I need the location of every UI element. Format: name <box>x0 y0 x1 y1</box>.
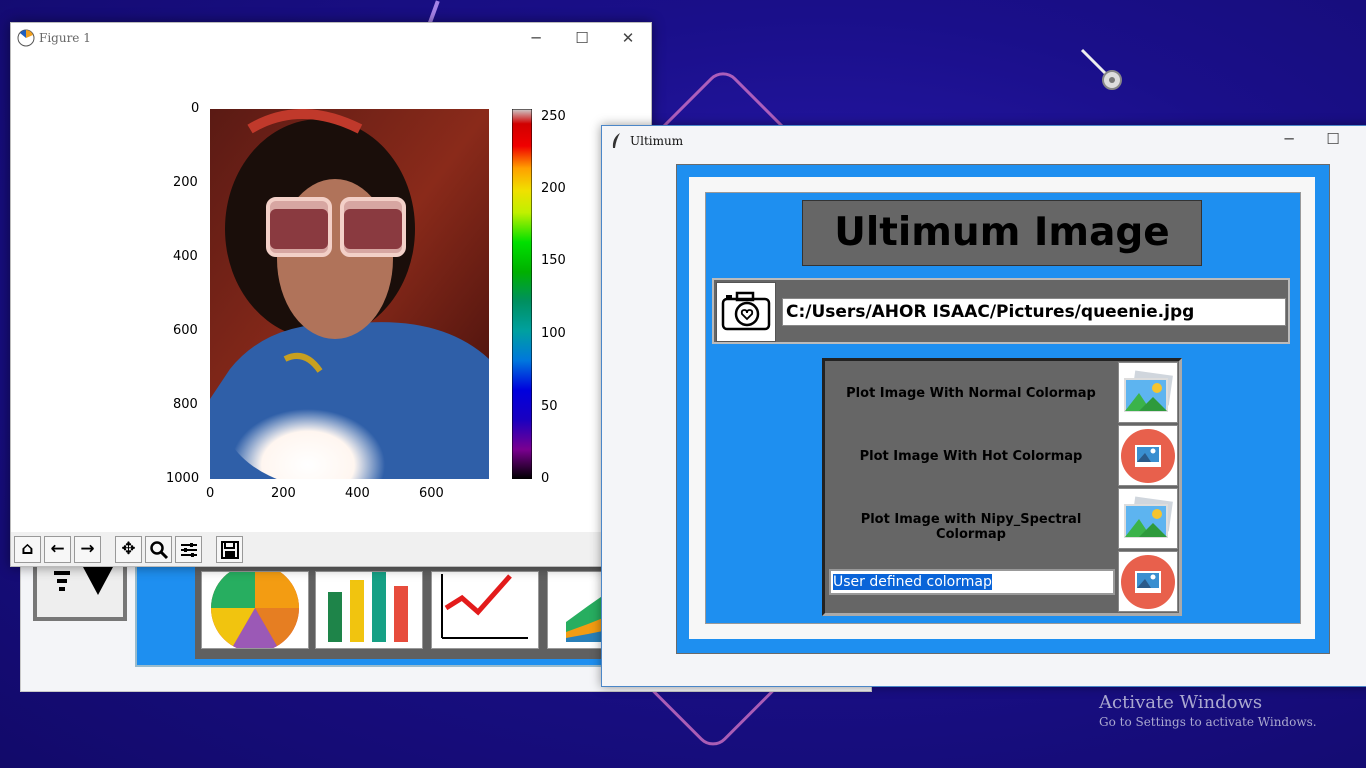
y-tick-label: 600 <box>173 323 198 338</box>
configure-icon[interactable] <box>175 536 202 563</box>
chart-thumbnail-strip <box>195 567 655 659</box>
x-tick-label: 200 <box>271 486 296 501</box>
line-chart-icon <box>441 574 528 639</box>
custom-colormap-input[interactable]: User defined colormap <box>829 569 1115 595</box>
save-icon[interactable] <box>216 536 243 563</box>
x-tick-label: 0 <box>206 486 215 501</box>
y-tick-label: 0 <box>191 101 200 116</box>
forward-icon[interactable]: → <box>74 536 101 563</box>
y-tick-label: 800 <box>173 397 198 412</box>
normal-colormap-label: Plot Image With Normal Colormap <box>846 386 1096 401</box>
plot-normal-colormap-button[interactable] <box>1118 362 1178 423</box>
file-select-row: C:/Users/AHOR ISAAC/Pictures/queenie.jpg <box>712 278 1290 344</box>
image-gallery-icon <box>1124 496 1173 538</box>
main-panel: Ultimum Image Plot C:/Users/AHOR ISAAC/P… <box>705 192 1301 624</box>
x-tick-label: 400 <box>345 486 370 501</box>
custom-colormap-value: User defined colormap <box>833 574 992 590</box>
minimize-button[interactable]: ─ <box>513 27 559 49</box>
home-icon[interactable]: ⌂ <box>14 536 41 563</box>
plot-custom-colormap-button[interactable] <box>1118 551 1178 612</box>
plot-options-panel: Plot Image With Normal Colormap Plot Ima… <box>822 358 1182 616</box>
bar-chart-icon <box>328 572 408 642</box>
close-button[interactable]: ✕ <box>605 27 651 49</box>
window-title: Ultimum <box>630 134 684 148</box>
app-frame-border: Ultimum Image Plot C:/Users/AHOR ISAAC/P… <box>689 177 1315 639</box>
matplotlib-logo-icon <box>17 29 35 47</box>
camera-icon <box>721 291 771 331</box>
zoom-icon[interactable] <box>145 536 172 563</box>
activation-watermark-title: Activate Windows <box>1099 692 1263 713</box>
figure-title: Figure 1 <box>39 31 91 45</box>
plot-hot-colormap-button[interactable] <box>1118 425 1178 486</box>
y-tick-label: 400 <box>173 249 198 264</box>
line-chart-thumbnail[interactable] <box>431 571 539 649</box>
navigation-toolbar: ⌂ ← → ✥ <box>11 532 651 566</box>
y-tick-label: 1000 <box>166 471 200 486</box>
image-circle-icon <box>1121 429 1175 483</box>
minimize-button[interactable]: ─ <box>1266 128 1312 150</box>
colorbar-tick-label: 150 <box>541 253 566 268</box>
maximize-button[interactable]: ☐ <box>559 27 605 49</box>
colorbar-tick-label: 100 <box>541 326 566 341</box>
colorbar <box>512 109 532 479</box>
colorbar-tick-label: 200 <box>541 181 566 196</box>
activation-watermark-subtitle: Go to Settings to activate Windows. <box>1099 715 1317 729</box>
figure-titlebar: Figure 1 ─ ☐ ✕ <box>11 23 651 53</box>
y-tick-label: 200 <box>173 175 198 190</box>
pie-chart-thumbnail[interactable] <box>201 571 309 649</box>
browse-image-button[interactable] <box>716 282 776 342</box>
ultimum-window: Ultimum ─ ☐ Ultimum Image Plot <box>601 125 1366 687</box>
image-plot[interactable] <box>210 109 489 479</box>
gear-cursor-icon <box>1080 48 1122 90</box>
feather-icon <box>612 133 620 148</box>
app-frame: Ultimum Image Plot C:/Users/AHOR ISAAC/P… <box>676 164 1330 654</box>
hot-colormap-label: Plot Image With Hot Colormap <box>859 449 1083 464</box>
colorbar-tick-label: 250 <box>541 109 566 124</box>
colorbar-tick-label: 0 <box>541 471 550 486</box>
colorbar-tick-label: 50 <box>541 399 558 414</box>
plot-nipy-spectral-colormap-button[interactable] <box>1118 488 1178 549</box>
file-path-field[interactable]: C:/Users/AHOR ISAAC/Pictures/queenie.jpg <box>782 298 1286 326</box>
app-heading: Ultimum Image Plot <box>802 200 1202 319</box>
x-tick-label: 600 <box>419 486 444 501</box>
nipy-spectral-colormap-label: Plot Image with Nipy_Spectral Colormap <box>860 512 1082 542</box>
figure-window: Figure 1 ─ ☐ ✕ 0 200 400 600 800 1000 0 … <box>10 22 652 567</box>
back-icon[interactable]: ← <box>44 536 71 563</box>
pie-chart-icon <box>211 572 299 648</box>
bar-chart-thumbnail[interactable] <box>315 571 423 649</box>
pan-icon[interactable]: ✥ <box>115 536 142 563</box>
maximize-button[interactable]: ☐ <box>1310 128 1356 150</box>
image-gallery-icon <box>1124 370 1173 412</box>
image-circle-icon <box>1121 555 1175 609</box>
chart-type-panel <box>135 559 655 667</box>
